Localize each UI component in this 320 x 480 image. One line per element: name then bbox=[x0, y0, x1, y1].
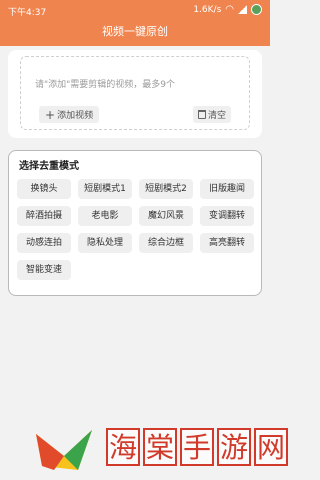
mode-chip[interactable]: 换镜头 bbox=[17, 179, 71, 199]
watermark-text: 海 棠 手 游 网 bbox=[106, 428, 291, 466]
watermark-char: 网 bbox=[254, 428, 288, 466]
avatar bbox=[251, 4, 262, 15]
status-time: 下午4:37 bbox=[8, 8, 47, 18]
clear-label: 清空 bbox=[207, 111, 226, 121]
mode-section-title: 选择去重模式 bbox=[19, 161, 79, 172]
clear-button[interactable]: 清空 bbox=[192, 106, 231, 123]
plus-icon: + bbox=[45, 107, 56, 122]
mode-card: 选择去重模式 换镜头 短剧模式1 短剧模式2 旧版趣闻 醉酒拍摄 老电影 魔幻风… bbox=[8, 150, 262, 296]
mode-chip[interactable]: 变调翻转 bbox=[200, 206, 254, 226]
mode-chip[interactable]: 动感连拍 bbox=[17, 233, 71, 253]
mode-chip[interactable]: 旧版趣闻 bbox=[200, 179, 254, 199]
mode-chip[interactable]: 高亮翻转 bbox=[200, 233, 254, 253]
status-bar: 下午4:37 1.6K/s ◠ bbox=[0, 0, 270, 22]
mode-chip-grid: 换镜头 短剧模式1 短剧模式2 旧版趣闻 醉酒拍摄 老电影 魔幻风景 变调翻转 … bbox=[17, 179, 254, 280]
mode-chip[interactable]: 魔幻风景 bbox=[139, 206, 193, 226]
upload-hint: 请"添加"需要剪辑的视频，最多9个 bbox=[35, 80, 176, 90]
watermark-char: 棠 bbox=[143, 428, 177, 466]
status-indicators: 1.6K/s ◠ bbox=[193, 4, 262, 15]
mode-chip[interactable]: 综合边框 bbox=[139, 233, 193, 253]
watermark-char: 海 bbox=[106, 428, 140, 466]
mode-chip[interactable]: 醉酒拍摄 bbox=[17, 206, 71, 226]
upload-area[interactable]: 请"添加"需要剪辑的视频，最多9个 + 添加视频 清空 bbox=[20, 56, 250, 130]
mode-chip[interactable]: 老电影 bbox=[78, 206, 132, 226]
trash-icon bbox=[197, 110, 206, 119]
mode-chip[interactable]: 隐私处理 bbox=[78, 233, 132, 253]
wifi-icon: ◠ bbox=[225, 4, 234, 15]
title-bar: 视频一键原创 bbox=[0, 22, 270, 46]
watermark-char: 游 bbox=[217, 428, 251, 466]
page-title: 视频一键原创 bbox=[102, 25, 168, 38]
add-video-button[interactable]: + 添加视频 bbox=[39, 106, 100, 123]
mode-chip[interactable]: 短剧模式1 bbox=[78, 179, 132, 199]
upload-card: 请"添加"需要剪辑的视频，最多9个 + 添加视频 清空 bbox=[8, 50, 262, 138]
network-speed: 1.6K/s bbox=[193, 4, 222, 15]
watermark: 海 棠 手 游 网 bbox=[30, 420, 288, 476]
watermark-char: 手 bbox=[180, 428, 214, 466]
mode-chip[interactable]: 短剧模式2 bbox=[139, 179, 193, 199]
add-video-label: 添加视频 bbox=[57, 111, 94, 121]
signal-icon bbox=[238, 5, 247, 14]
mode-chip[interactable]: 智能变速 bbox=[17, 260, 71, 280]
watermark-logo-icon bbox=[36, 430, 92, 470]
